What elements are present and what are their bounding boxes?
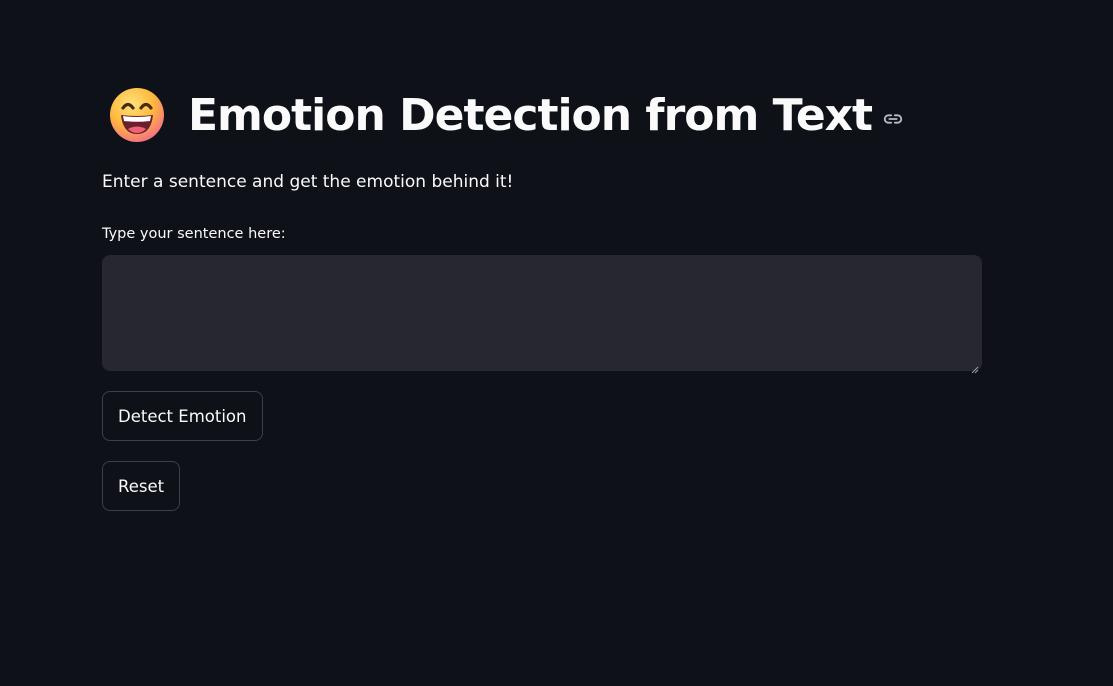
app-page: Emotion Detection from Text Enter a sent… [0, 0, 1113, 686]
reset-button[interactable]: Reset [102, 461, 180, 511]
link-icon[interactable] [882, 108, 904, 130]
subtitle-text: Enter a sentence and get the emotion beh… [102, 172, 514, 192]
sentence-input[interactable] [102, 255, 982, 371]
grinning-face-icon [108, 86, 166, 144]
detect-emotion-button[interactable]: Detect Emotion [102, 391, 263, 441]
page-title: Emotion Detection from Text [188, 89, 873, 141]
resize-handle-icon[interactable] [970, 359, 979, 374]
title-row: Emotion Detection from Text [108, 82, 904, 148]
sentence-label: Type your sentence here: [102, 226, 286, 242]
sentence-input-wrapper [102, 255, 982, 374]
